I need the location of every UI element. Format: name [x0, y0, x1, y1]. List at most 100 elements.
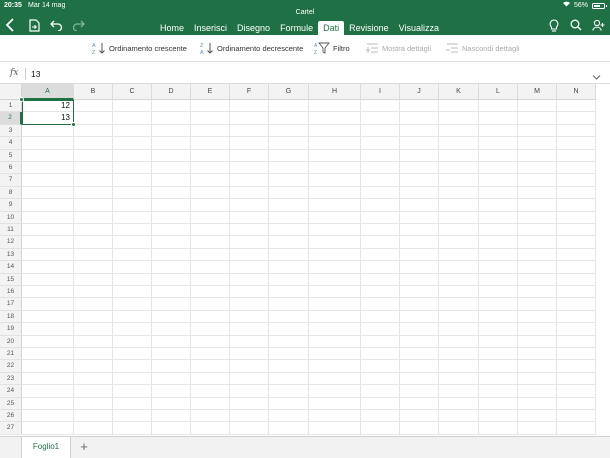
tab-home[interactable]: Home [155, 21, 189, 35]
row-gridline [22, 260, 596, 262]
formula-input[interactable]: 13 [31, 69, 40, 79]
row-header-22[interactable]: 22 [0, 360, 22, 373]
svg-text:A: A [314, 43, 318, 49]
column-header-h[interactable]: H [309, 84, 361, 100]
column-header-l[interactable]: L [479, 84, 518, 100]
tab-visualizza[interactable]: Visualizza [394, 21, 444, 35]
formula-bar: fx 13 [0, 64, 610, 84]
row-gridline [22, 111, 596, 113]
sort-ascending-label: Ordinamento crescente [109, 43, 187, 53]
tab-dati[interactable]: Dati [318, 21, 345, 35]
row-header-11[interactable]: 11 [0, 224, 22, 237]
column-header-g[interactable]: G [269, 84, 309, 100]
column-header-c[interactable]: C [113, 84, 152, 100]
row-gridline [22, 173, 596, 175]
row-gridline [22, 384, 596, 386]
row-header-27[interactable]: 27 [0, 422, 22, 435]
tab-inserisci[interactable]: Inserisci [189, 21, 232, 35]
search-icon[interactable] [568, 17, 584, 33]
sheet-tab-bar: Foglio1 + [0, 436, 610, 458]
tab-disegno[interactable]: Disegno [232, 21, 275, 35]
row-gridline [22, 297, 596, 299]
row-header-21[interactable]: 21 [0, 348, 22, 361]
row-header-2[interactable]: 2 [0, 112, 22, 125]
row-header-13[interactable]: 13 [0, 248, 22, 262]
row-header-19[interactable]: 19 [0, 323, 22, 336]
row-gridline [22, 161, 596, 162]
spreadsheet-grid[interactable]: A B C D E F G H I J K L M N 1 2 3 4 5 6 7 8 9 10 11 12 13 14 15 16 17 1… [0, 84, 610, 436]
column-header-a[interactable]: A [22, 84, 74, 100]
row-header-17[interactable]: 17 [0, 298, 22, 311]
row-gridline [22, 210, 596, 212]
filter-button[interactable]: A Z Filtro [314, 40, 350, 56]
function-icon[interactable]: fx [10, 68, 18, 78]
svg-text:Z: Z [200, 43, 204, 49]
selection-handle-bottom-right[interactable] [71, 121, 76, 127]
formula-divider [25, 68, 26, 80]
hide-details-button[interactable]: Nascondi dettagli [446, 40, 520, 56]
undo-icon[interactable] [48, 17, 64, 33]
column-header-j[interactable]: J [400, 84, 439, 100]
column-header-f[interactable]: F [230, 84, 269, 100]
dati-ribbon: A Z Ordinamento crescente Z A Ordinament… [0, 35, 610, 62]
show-details-button[interactable]: Mostra dettagli [366, 40, 431, 56]
row-header-18[interactable]: 18 [0, 310, 22, 324]
column-header-k[interactable]: K [439, 84, 479, 100]
column-header-e[interactable]: E [191, 84, 230, 100]
column-header-n[interactable]: N [557, 84, 596, 100]
row-header-25[interactable]: 25 [0, 397, 22, 410]
row-header-9[interactable]: 9 [0, 199, 22, 212]
row-header-1[interactable]: 1 [0, 100, 22, 113]
share-user-icon[interactable] [590, 17, 606, 33]
sheet-tab-foglio1[interactable]: Foglio1 [21, 437, 71, 458]
redo-icon[interactable] [70, 17, 86, 33]
row-header-6[interactable]: 6 [0, 162, 22, 175]
column-header-i[interactable]: I [361, 84, 400, 100]
row-gridline [22, 433, 596, 435]
row-gridline [22, 148, 596, 150]
row-header-26[interactable]: 26 [0, 410, 22, 423]
file-menu-icon[interactable] [26, 17, 42, 33]
tab-revisione[interactable]: Revisione [344, 21, 394, 35]
show-details-icon [366, 43, 378, 53]
row-header-20[interactable]: 20 [0, 335, 22, 348]
row-header-16[interactable]: 16 [0, 286, 22, 299]
selection-range[interactable] [22, 99, 74, 126]
row-gridline [22, 123, 596, 125]
row-header-15[interactable]: 15 [0, 273, 22, 286]
lightbulb-icon[interactable] [546, 17, 562, 33]
top-bar: 20:35 Mar 14 mag 56% Cartel Home Inseris… [0, 0, 610, 35]
row-header-3[interactable]: 3 [0, 124, 22, 138]
column-header-d[interactable]: D [152, 84, 191, 100]
sort-descending-label: Ordinamento decrescente [217, 43, 304, 53]
sort-ascending-button[interactable]: A Z Ordinamento crescente [92, 40, 187, 56]
row-gridline [22, 421, 596, 423]
row-header-12[interactable]: 12 [0, 236, 22, 249]
tab-formule[interactable]: Formule [275, 21, 318, 35]
back-chevron-icon[interactable] [2, 17, 18, 33]
column-header-m[interactable]: M [518, 84, 557, 100]
column-header-b[interactable]: B [74, 84, 113, 100]
row-gridline [22, 322, 596, 324]
row-header-5[interactable]: 5 [0, 149, 22, 162]
row-gridline [22, 396, 596, 398]
row-gridline [22, 359, 596, 361]
row-gridline [22, 185, 596, 187]
hide-details-label: Nascondi dettagli [462, 43, 520, 53]
row-header-23[interactable]: 23 [0, 372, 22, 386]
row-header-10[interactable]: 10 [0, 211, 22, 224]
selection-handle-top-left[interactable] [19, 97, 24, 102]
sort-descending-icon: Z A [200, 43, 213, 55]
row-header-7[interactable]: 7 [0, 174, 22, 187]
svg-text:Z: Z [314, 50, 317, 55]
row-header-8[interactable]: 8 [0, 186, 22, 200]
add-sheet-button[interactable]: + [76, 439, 92, 455]
svg-text:Z: Z [92, 50, 96, 55]
row-header-4[interactable]: 4 [0, 137, 22, 150]
sort-descending-button[interactable]: Z A Ordinamento decrescente [200, 40, 303, 56]
row-gridline [22, 198, 596, 200]
row-gridline [22, 409, 596, 410]
row-header-14[interactable]: 14 [0, 261, 22, 274]
row-header-24[interactable]: 24 [0, 385, 22, 398]
hide-details-icon [446, 43, 458, 53]
